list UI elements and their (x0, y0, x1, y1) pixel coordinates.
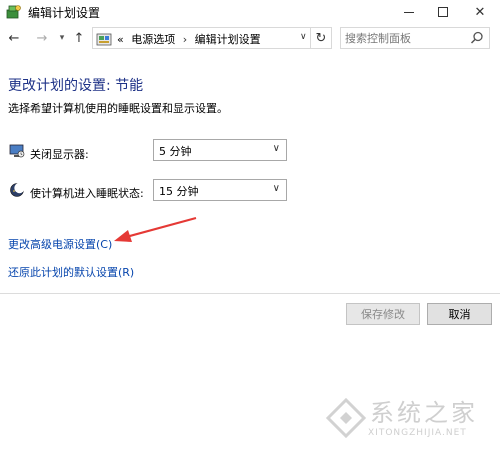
refresh-icon: ↻ (315, 30, 327, 46)
breadcrumb: « 电源选项 › 编辑计划设置 (117, 31, 261, 47)
back-arrow-icon[interactable]: ← (5, 29, 23, 47)
search-box[interactable] (340, 27, 490, 49)
control-panel-icon (96, 33, 112, 46)
minimize-button[interactable] (392, 0, 426, 24)
restore-defaults-link[interactable]: 还原此计划的默认设置(R) (8, 264, 134, 280)
chevron-down-icon: ∨ (272, 143, 280, 154)
forward-arrow-icon[interactable]: → (33, 29, 51, 47)
title-bar: 编辑计划设置 ✕ (0, 0, 500, 24)
turn-off-display-value: 5 分钟 (159, 145, 192, 158)
turn-off-display-label: 关闭显示器: (30, 148, 89, 161)
breadcrumb-separator: › (182, 33, 188, 46)
monitor-icon (9, 144, 25, 158)
up-arrow-icon[interactable]: ↑ (70, 29, 88, 47)
minimize-icon (404, 11, 414, 13)
turn-off-display-select[interactable]: 5 分钟 ∨ (153, 139, 287, 161)
address-bar[interactable]: « 电源选项 › 编辑计划设置 ∨ (92, 27, 332, 49)
breadcrumb-prefix[interactable]: « (117, 33, 124, 46)
maximize-button[interactable] (426, 0, 460, 24)
page-description: 选择希望计算机使用的睡眠设置和显示设置。 (8, 102, 228, 115)
moon-icon (10, 182, 25, 197)
search-icon[interactable] (470, 31, 484, 45)
advanced-power-settings-link[interactable]: 更改高级电源设置(C) (8, 236, 112, 252)
breadcrumb-edit-plan[interactable]: 编辑计划设置 (195, 33, 261, 46)
close-button[interactable]: ✕ (463, 0, 497, 24)
sleep-select[interactable]: 15 分钟 ∨ (153, 179, 287, 201)
chevron-down-icon: ∨ (272, 183, 280, 194)
power-options-icon (6, 5, 21, 19)
footer-divider (0, 293, 500, 294)
address-dropdown-icon[interactable]: ∨ (300, 32, 307, 42)
sleep-label: 使计算机进入睡眠状态: (30, 187, 144, 200)
close-icon: ✕ (474, 4, 486, 20)
sleep-value: 15 分钟 (159, 185, 199, 198)
watermark-subtext: XITONGZHIJIA.NET (368, 428, 467, 438)
window-title: 编辑计划设置 (28, 6, 101, 20)
annotation-arrow (114, 216, 197, 242)
save-changes-button[interactable]: 保存修改 (346, 303, 420, 325)
watermark-text: 系统之家 (370, 399, 478, 427)
recent-locations-chevron-icon[interactable]: ▾ (53, 29, 71, 47)
search-input[interactable] (345, 30, 465, 46)
edit-plan-settings-window: 编辑计划设置 ✕ ← → ▾ ↑ « 电源选项 › 编辑计划设置 ∨ ↻ 搜索控… (0, 0, 500, 451)
refresh-button[interactable]: ↻ (310, 27, 332, 49)
cancel-button[interactable]: 取消 (427, 303, 492, 325)
breadcrumb-power-options[interactable]: 电源选项 (127, 33, 175, 46)
page-title: 更改计划的设置: 节能 (8, 78, 144, 94)
maximize-icon (438, 7, 448, 17)
